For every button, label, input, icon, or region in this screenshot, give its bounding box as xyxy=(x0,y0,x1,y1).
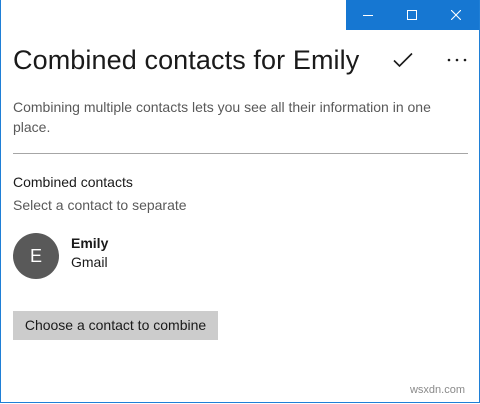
more-options-button[interactable] xyxy=(437,42,477,78)
choose-contact-to-combine-button[interactable]: Choose a contact to combine xyxy=(13,311,218,340)
checkmark-icon xyxy=(393,52,413,68)
maximize-icon xyxy=(407,10,417,20)
divider xyxy=(13,153,468,154)
section-subheading: Select a contact to separate xyxy=(13,197,187,213)
page-title: Combined contacts for Emily xyxy=(13,44,360,75)
section-heading: Combined contacts xyxy=(13,174,133,190)
app-window: Combined contacts for Emily Combining mu… xyxy=(0,0,480,403)
more-icon xyxy=(447,58,467,62)
title-bar xyxy=(346,0,479,30)
minimize-icon xyxy=(363,15,373,16)
watermark: wsxdn.com xyxy=(409,384,465,396)
page-header: Combined contacts for Emily xyxy=(13,40,467,80)
contact-source: Gmail xyxy=(71,254,108,270)
contact-item[interactable]: E Emily Gmail xyxy=(13,233,108,279)
close-icon xyxy=(451,10,461,20)
minimize-button[interactable] xyxy=(346,0,390,30)
contact-details: Emily Gmail xyxy=(71,234,108,272)
description-text: Combining multiple contacts lets you see… xyxy=(13,99,431,135)
contact-name: Emily xyxy=(71,235,109,251)
maximize-button[interactable] xyxy=(390,0,434,30)
close-button[interactable] xyxy=(434,0,478,30)
accept-button[interactable] xyxy=(383,42,423,78)
avatar: E xyxy=(13,233,59,279)
